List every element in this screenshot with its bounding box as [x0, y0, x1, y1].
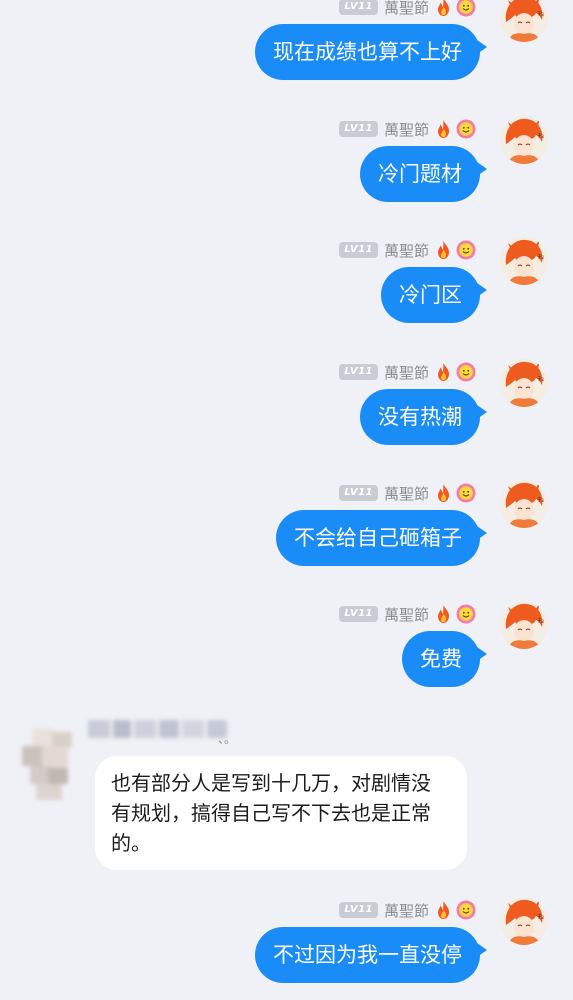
sender-nickname[interactable]: 萬聖節 [384, 604, 429, 625]
smile-flower-icon [456, 900, 476, 920]
sender-meta: LV11 萬聖節 [339, 899, 476, 921]
message-row-other: 、。 也有部分人是写到十几万，对剧情没有规划，搞得自己写不下去也是正常的。 [0, 710, 573, 875]
sender-meta: LV11 萬聖節 [339, 482, 476, 504]
message-bubble-self[interactable]: 冷门区 [381, 267, 487, 323]
sender-nickname[interactable]: 萬聖節 [384, 119, 429, 140]
level-badge: LV11 [339, 485, 378, 501]
sender-meta: LV11 萬聖節 [339, 0, 476, 18]
sender-meta: LV11 萬聖節 [339, 118, 476, 140]
other-user-name-suffix: 、。 [218, 732, 237, 746]
level-badge: LV11 [339, 242, 378, 258]
message-bubble-self[interactable]: 冷门题材 [360, 146, 487, 202]
message-row-self: LV11 萬聖節 冷门区 ﾁｮ [0, 237, 573, 347]
svg-text:ﾁｮ: ﾁｮ [538, 914, 544, 921]
fire-icon [438, 484, 449, 502]
smile-flower-icon [456, 362, 476, 382]
message-row-self: LV11 萬聖節 现在成绩也算不上好 ﾁｮ [0, 0, 573, 104]
level-badge: LV11 [339, 121, 378, 137]
sender-meta: LV11 萬聖節 [339, 239, 476, 261]
svg-text:ﾁｮ: ﾁｮ [538, 376, 544, 383]
smile-flower-icon [456, 604, 476, 624]
sender-nickname[interactable]: 萬聖節 [384, 0, 429, 18]
fire-icon [438, 901, 449, 919]
other-user-name-blurred [88, 718, 228, 740]
message-bubble-self[interactable]: 现在成绩也算不上好 [255, 24, 487, 80]
user-avatar[interactable]: ﾁｮ [500, 237, 548, 285]
level-badge: LV11 [339, 364, 378, 380]
smile-flower-icon [456, 240, 476, 260]
smile-flower-icon [456, 0, 476, 17]
level-badge: LV11 [339, 0, 378, 15]
message-bubble-other[interactable]: 也有部分人是写到十几万，对剧情没有规划，搞得自己写不下去也是正常的。 [95, 756, 467, 870]
other-user-avatar[interactable] [22, 728, 78, 800]
sender-meta: LV11 萬聖節 [339, 603, 476, 625]
level-badge: LV11 [339, 902, 378, 918]
sender-nickname[interactable]: 萬聖節 [384, 483, 429, 504]
chat-message-list[interactable]: LV11 萬聖節 现在成绩也算不上好 ﾁｮ LV11 萬聖節 冷门题材 ﾁｮ L… [0, 0, 573, 1000]
fire-icon [438, 363, 449, 381]
message-row-self: LV11 萬聖節 不过因为我一直没停 ﾁｮ [0, 897, 573, 1000]
message-bubble-self[interactable]: 没有热潮 [360, 389, 487, 445]
message-row-self: LV11 萬聖節 没有热潮 ﾁｮ [0, 359, 573, 469]
smile-flower-icon [456, 483, 476, 503]
sender-nickname[interactable]: 萬聖節 [384, 362, 429, 383]
fire-icon [438, 120, 449, 138]
fire-icon [438, 241, 449, 259]
user-avatar[interactable]: ﾁｮ [500, 897, 548, 945]
message-bubble-self[interactable]: 不会给自己砸箱子 [276, 510, 487, 566]
message-bubble-self[interactable]: 不过因为我一直没停 [255, 927, 487, 983]
fire-icon [438, 0, 449, 16]
sender-nickname[interactable]: 萬聖節 [384, 900, 429, 921]
svg-text:ﾁｮ: ﾁｮ [538, 497, 544, 504]
message-row-self: LV11 萬聖節 冷门题材 ﾁｮ [0, 116, 573, 226]
message-row-self: LV11 萬聖節 不会给自己砸箱子 ﾁｮ [0, 480, 573, 590]
message-row-self: LV11 萬聖節 免费 ﾁｮ [0, 601, 573, 711]
user-avatar[interactable]: ﾁｮ [500, 359, 548, 407]
level-badge: LV11 [339, 606, 378, 622]
svg-text:ﾁｮ: ﾁｮ [538, 254, 544, 261]
svg-text:ﾁｮ: ﾁｮ [538, 11, 544, 18]
user-avatar[interactable]: ﾁｮ [500, 480, 548, 528]
user-avatar[interactable]: ﾁｮ [500, 601, 548, 649]
user-avatar[interactable]: ﾁｮ [500, 116, 548, 164]
sender-nickname[interactable]: 萬聖節 [384, 240, 429, 261]
svg-text:ﾁｮ: ﾁｮ [538, 618, 544, 625]
message-bubble-self[interactable]: 免费 [402, 631, 487, 687]
user-avatar[interactable]: ﾁｮ [500, 0, 548, 42]
svg-text:ﾁｮ: ﾁｮ [538, 133, 544, 140]
sender-meta: LV11 萬聖節 [339, 361, 476, 383]
smile-flower-icon [456, 119, 476, 139]
fire-icon [438, 605, 449, 623]
